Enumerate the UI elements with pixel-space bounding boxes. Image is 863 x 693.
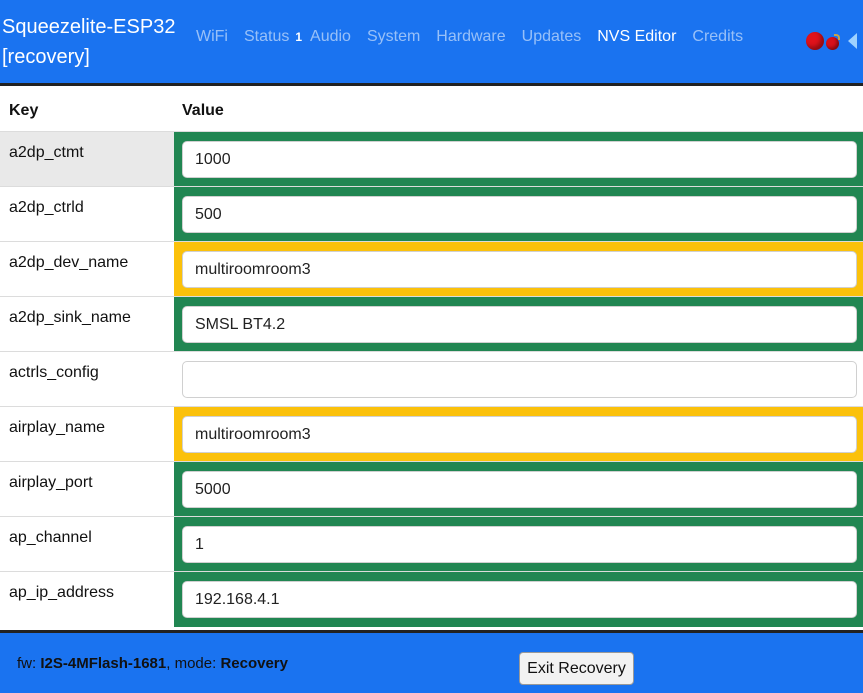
- firmware-info: fw: I2S-4MFlash-1681, mode: Recovery: [17, 655, 288, 672]
- value-input[interactable]: [182, 581, 857, 618]
- status-badge: 1: [295, 30, 303, 44]
- table-row: actrls_config: [0, 351, 863, 407]
- exit-recovery-button[interactable]: Exit Recovery: [519, 652, 634, 685]
- value-column-header: Value: [182, 102, 224, 119]
- value-input[interactable]: [182, 471, 857, 508]
- value-input[interactable]: [182, 306, 857, 343]
- value-input[interactable]: [182, 196, 857, 233]
- fw-version: I2S-4MFlash-1681: [40, 655, 167, 672]
- value-input[interactable]: [182, 251, 857, 288]
- row-value-cell: [174, 517, 863, 572]
- row-value-cell: [174, 132, 863, 187]
- speaker-icon[interactable]: [848, 32, 857, 49]
- footer: fw: I2S-4MFlash-1681, mode: Recovery Exi…: [0, 630, 863, 693]
- table-row: ap_channel: [0, 516, 863, 572]
- value-input[interactable]: [182, 416, 857, 453]
- row-key: a2dp_ctrld: [0, 187, 174, 242]
- key-column-header: Key: [9, 102, 39, 119]
- row-value-cell: [174, 297, 863, 352]
- nvs-table-body: a2dp_ctmt a2dp_ctrld a2dp_dev_name a2dp_…: [0, 131, 863, 627]
- tab-hardware[interactable]: Hardware: [436, 28, 505, 46]
- table-row: airplay_name: [0, 406, 863, 462]
- bomb-icon[interactable]: [826, 34, 842, 50]
- mode-label: , mode:: [166, 655, 221, 672]
- row-key: ap_channel: [0, 517, 174, 572]
- row-key: a2dp_dev_name: [0, 242, 174, 297]
- value-input[interactable]: [182, 526, 857, 563]
- row-key: ap_ip_address: [0, 572, 174, 627]
- row-key: a2dp_sink_name: [0, 297, 174, 352]
- row-value-cell: [174, 352, 863, 407]
- value-input[interactable]: [182, 141, 857, 178]
- table-row: airplay_port: [0, 461, 863, 517]
- tab-audio[interactable]: Audio: [310, 28, 351, 46]
- tab-wifi[interactable]: WiFi: [196, 28, 228, 46]
- tab-credits[interactable]: Credits: [692, 28, 743, 46]
- table-row: ap_ip_address: [0, 571, 863, 627]
- table-row: a2dp_dev_name: [0, 241, 863, 297]
- table-header: Key Value: [0, 89, 863, 131]
- row-key: actrls_config: [0, 352, 174, 407]
- brand-name: Squeezelite-ESP32: [2, 16, 176, 38]
- status-indicators: [806, 31, 857, 50]
- row-value-cell: [174, 407, 863, 462]
- row-value-cell: [174, 187, 863, 242]
- tab-status-label: Status: [243, 28, 290, 45]
- row-key: airplay_name: [0, 407, 174, 462]
- row-value-cell: [174, 572, 863, 627]
- status-led-icon: [806, 31, 824, 50]
- mode-value: Recovery: [220, 655, 288, 672]
- nav-tabs: WiFi Status 1 Audio System Hardware Upda…: [196, 28, 759, 46]
- navbar: Squeezelite-ESP32 [recovery] WiFi Status…: [0, 0, 863, 86]
- tab-system[interactable]: System: [367, 28, 420, 46]
- tab-updates[interactable]: Updates: [522, 28, 582, 46]
- value-input[interactable]: [182, 361, 857, 398]
- table-row: a2dp_ctmt: [0, 131, 863, 187]
- row-value-cell: [174, 462, 863, 517]
- tab-status[interactable]: Status: [244, 28, 289, 46]
- row-value-cell: [174, 242, 863, 297]
- row-key: airplay_port: [0, 462, 174, 517]
- table-row: a2dp_sink_name: [0, 296, 863, 352]
- brand-mode: [recovery]: [2, 46, 90, 68]
- brand-title[interactable]: Squeezelite-ESP32 [recovery]: [2, 12, 175, 72]
- tab-nvs-editor[interactable]: NVS Editor: [597, 28, 676, 46]
- table-row: a2dp_ctrld: [0, 186, 863, 242]
- fw-label: fw:: [17, 655, 41, 672]
- row-key: a2dp_ctmt: [0, 132, 174, 187]
- bomb-fuse: [834, 34, 840, 40]
